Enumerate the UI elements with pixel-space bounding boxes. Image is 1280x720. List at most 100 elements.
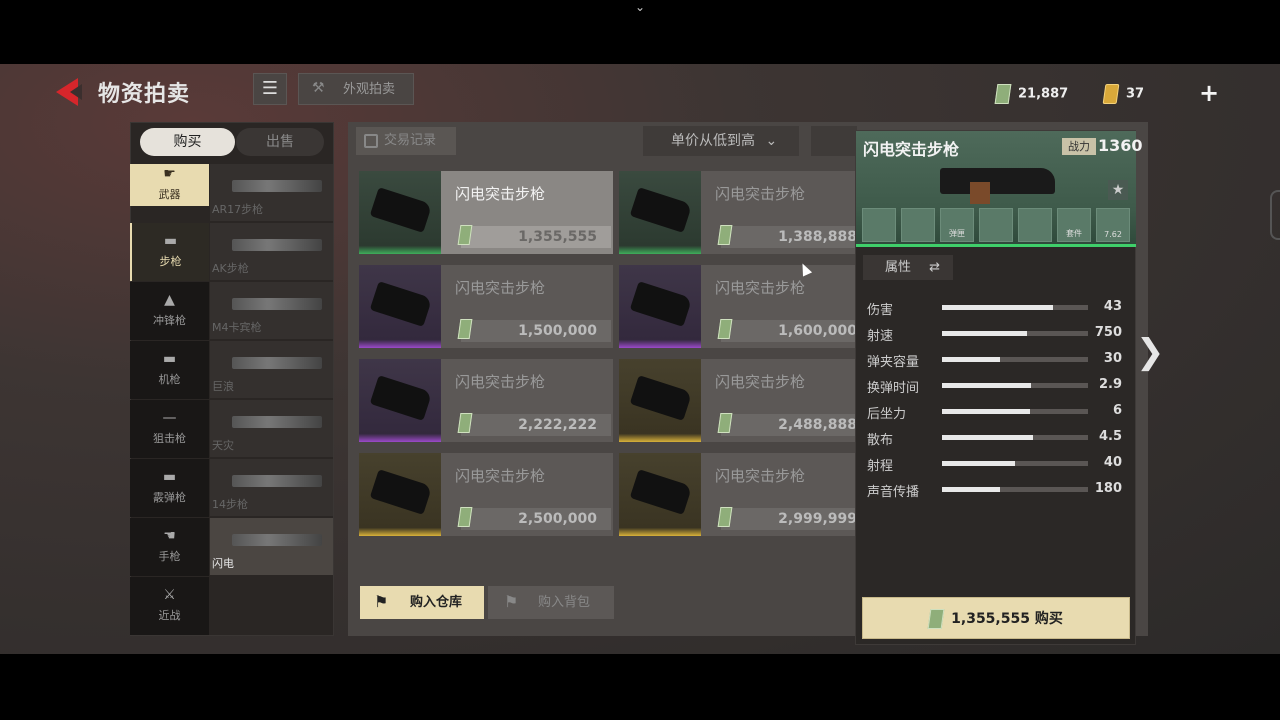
listing-price: 1,355,555 bbox=[457, 225, 611, 248]
attachment-slot[interactable] bbox=[901, 208, 935, 242]
stat-label: 伤害 bbox=[867, 303, 894, 318]
listing-card[interactable]: 闪电突击步枪 1,600,000 bbox=[619, 265, 873, 348]
tab-sell[interactable]: 出售 bbox=[236, 128, 324, 156]
item-thumbnail bbox=[359, 171, 441, 254]
price-value: 2,488,888 bbox=[778, 417, 857, 433]
weapon-icon: ☛ bbox=[163, 166, 176, 182]
item-thumbnail bbox=[359, 265, 441, 348]
stat-label: 后坐力 bbox=[867, 407, 907, 422]
filter-button[interactable] bbox=[811, 126, 857, 156]
category-label: 冲锋枪 bbox=[153, 314, 186, 327]
subcategory-label: M4卡宾枪 bbox=[212, 321, 262, 334]
listing-card[interactable]: 闪电突击步枪 2,999,999 bbox=[619, 453, 873, 536]
sniper-icon: — bbox=[162, 410, 177, 426]
buy-price: 1,355,555 bbox=[951, 611, 1030, 627]
tab-buy[interactable]: 购买 bbox=[140, 128, 235, 156]
listing-card[interactable]: 闪电突击步枪 2,488,888 bbox=[619, 359, 873, 442]
menu-button[interactable]: ☰ bbox=[253, 73, 287, 105]
item-thumbnail bbox=[619, 171, 701, 254]
stat-bar-fill bbox=[942, 305, 1053, 310]
back-arrow-inner bbox=[70, 84, 82, 100]
favorite-star-icon[interactable]: ★ bbox=[1108, 180, 1128, 200]
stat-bar bbox=[942, 331, 1088, 336]
stat-label: 声音传播 bbox=[867, 485, 920, 500]
subcategory-item[interactable]: 巨浪 bbox=[210, 341, 333, 399]
subcategory-item[interactable]: 14步枪 bbox=[210, 459, 333, 517]
warehouse-icon: ⚑ bbox=[374, 592, 389, 611]
gun-thumbnail bbox=[232, 239, 322, 251]
price-value: 2,222,222 bbox=[518, 417, 597, 433]
subcategory-label: 巨浪 bbox=[212, 380, 234, 393]
listing-card[interactable]: 闪电突击步枪 2,500,000 bbox=[359, 453, 613, 536]
item-thumbnail bbox=[359, 453, 441, 536]
listing-name: 闪电突击步枪 bbox=[455, 373, 546, 391]
category-weapon[interactable]: ☛ 武器 bbox=[130, 164, 209, 206]
stat-bar-fill bbox=[942, 383, 1031, 388]
subcategory-item[interactable]: M4卡宾枪 bbox=[210, 282, 333, 340]
category-melee[interactable]: ⚔ 近战 bbox=[130, 577, 209, 635]
stat-value: 30 bbox=[1103, 351, 1122, 366]
item-thumbnail bbox=[619, 453, 701, 536]
category-rifle[interactable]: ▬ 步枪 bbox=[130, 223, 209, 281]
gun-thumbnail bbox=[232, 180, 322, 192]
attachment-slot[interactable]: 套件 bbox=[1057, 208, 1091, 242]
bill-icon bbox=[717, 225, 733, 245]
price-value: 2,500,000 bbox=[518, 511, 597, 527]
sort-dropdown[interactable]: 单价从低到高 ⌄ bbox=[643, 126, 799, 156]
category-machinegun[interactable]: ▬ 机枪 bbox=[130, 341, 209, 399]
buy-button[interactable]: 1,355,555 购买 bbox=[862, 597, 1130, 639]
collapse-chevron-icon[interactable]: ⌄ bbox=[632, 0, 648, 14]
bill-amount: 21,887 bbox=[1018, 86, 1069, 102]
pistol-icon: ☚ bbox=[163, 528, 176, 544]
attributes-toggle[interactable]: 属性 ⇄ bbox=[863, 255, 953, 280]
stat-bar-fill bbox=[942, 461, 1015, 466]
listing-name: 闪电突击步枪 bbox=[715, 279, 806, 297]
stat-bar bbox=[942, 487, 1088, 492]
side-handle[interactable] bbox=[1270, 190, 1280, 240]
power-value: 1360 bbox=[1098, 136, 1143, 155]
attachment-slot[interactable] bbox=[862, 208, 896, 242]
attachment-slot[interactable] bbox=[1018, 208, 1052, 242]
hammer-icon: ⚒ bbox=[312, 80, 325, 96]
attachment-slot[interactable]: 弹匣 bbox=[940, 208, 974, 242]
attachment-slot[interactable]: 7.62 bbox=[1096, 208, 1130, 242]
category-smg[interactable]: ▲ 冲锋枪 bbox=[130, 282, 209, 340]
next-arrow-icon[interactable]: ❯ bbox=[1136, 332, 1165, 372]
attachment-slot[interactable] bbox=[979, 208, 1013, 242]
listing-card[interactable]: 闪电突击步枪 1,388,888 bbox=[619, 171, 873, 254]
category-shotgun[interactable]: ▬ 霰弹枪 bbox=[130, 459, 209, 517]
chevron-down-icon: ⌄ bbox=[765, 133, 778, 149]
rifle-icon bbox=[369, 281, 433, 327]
stat-value: 40 bbox=[1103, 455, 1122, 470]
subcategory-item[interactable]: 闪电 bbox=[210, 518, 333, 576]
stat-bar-fill bbox=[942, 409, 1030, 414]
gun-thumbnail bbox=[232, 416, 322, 428]
subcategory-item[interactable]: AR17步枪 bbox=[210, 164, 333, 222]
attributes-label: 属性 bbox=[885, 260, 912, 275]
listing-card[interactable]: 闪电突击步枪 1,355,555 bbox=[359, 171, 613, 254]
melee-icon: ⚔ bbox=[163, 587, 176, 603]
gun-thumbnail bbox=[232, 298, 322, 310]
price-value: 1,500,000 bbox=[518, 323, 597, 339]
bill-icon bbox=[994, 84, 1012, 104]
listing-card[interactable]: 闪电突击步枪 1,500,000 bbox=[359, 265, 613, 348]
listing-card[interactable]: 闪电突击步枪 2,222,222 bbox=[359, 359, 613, 442]
records-icon bbox=[364, 134, 378, 148]
rifle-icon bbox=[629, 375, 693, 421]
stat-bar bbox=[942, 461, 1088, 466]
item-thumbnail bbox=[619, 265, 701, 348]
rifle-icon bbox=[629, 469, 693, 515]
smg-icon: ▲ bbox=[164, 292, 175, 308]
rifle-icon bbox=[629, 187, 693, 233]
machinegun-icon: ▬ bbox=[162, 351, 177, 367]
slot-label: 套件 bbox=[1066, 229, 1082, 238]
subcategory-item[interactable]: AK步枪 bbox=[210, 223, 333, 281]
category-sniper[interactable]: — 狙击枪 bbox=[130, 400, 209, 458]
stat-bar bbox=[942, 383, 1088, 388]
stat-label: 射程 bbox=[867, 459, 894, 474]
buy-label: 购买 bbox=[1034, 611, 1063, 627]
category-pistol[interactable]: ☚ 手枪 bbox=[130, 518, 209, 576]
subcategory-label: 14步枪 bbox=[212, 498, 248, 511]
add-currency-button[interactable]: + bbox=[1198, 81, 1220, 105]
subcategory-item[interactable]: 天灾 bbox=[210, 400, 333, 458]
